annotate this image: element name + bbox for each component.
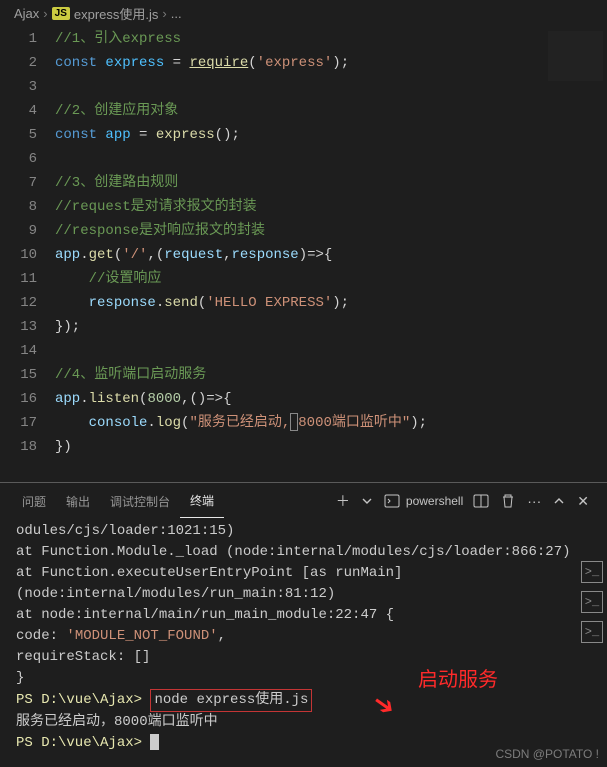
- terminal[interactable]: >_ >_ >_ odules/cjs/loader:1021:15) at F…: [0, 519, 607, 767]
- terminal-line: at node:internal/main/run_main_module:22…: [16, 605, 595, 626]
- code-content[interactable]: //1、引入express const express = require('e…: [55, 27, 607, 482]
- terminal-cursor-icon: [150, 734, 159, 750]
- bottom-panel: 问题 输出 调试控制台 终端 ＋ powershell ··· ✕ >_ >_ …: [0, 482, 607, 767]
- terminal-prompt-line: PS D:\vue\Ajax> node express使用.js: [16, 689, 595, 712]
- terminal-line: at Function.executeUserEntryPoint [as ru…: [16, 563, 595, 605]
- terminal-line: at Function.Module._load (node:internal/…: [16, 542, 595, 563]
- shell-label[interactable]: powershell: [406, 494, 463, 508]
- watermark: CSDN @POTATO !: [495, 747, 599, 761]
- terminal-line: requireStack: []: [16, 647, 595, 668]
- maximize-panel-icon[interactable]: [547, 491, 571, 511]
- code-comment: //1、引入express: [55, 31, 181, 47]
- breadcrumb-file[interactable]: express使用.js: [74, 4, 159, 23]
- chevron-right-icon: ›: [43, 6, 47, 21]
- code-comment: //response是对响应报文的封装: [55, 223, 265, 239]
- code-comment: //设置响应: [89, 271, 162, 287]
- more-icon[interactable]: ···: [521, 489, 547, 513]
- tab-debug[interactable]: 调试控制台: [100, 485, 180, 518]
- panel-tabs: 问题 输出 调试控制台 终端 ＋ powershell ··· ✕: [0, 483, 607, 519]
- close-panel-icon[interactable]: ✕: [571, 489, 595, 514]
- code-editor[interactable]: 123 456 789 101112 131415 161718 //1、引入e…: [0, 27, 607, 482]
- highlighted-command: node express使用.js: [150, 689, 312, 712]
- breadcrumb-ellipsis[interactable]: ...: [171, 6, 182, 21]
- terminal-instance-icon[interactable]: >_: [581, 591, 603, 613]
- chevron-right-icon: ›: [162, 6, 166, 21]
- terminal-line: odules/cjs/loader:1021:15): [16, 521, 595, 542]
- minimap[interactable]: [548, 31, 603, 81]
- shell-icon[interactable]: [378, 490, 406, 512]
- terminal-instance-icon[interactable]: >_: [581, 621, 603, 643]
- annotation-label: 启动服务: [418, 665, 498, 695]
- tab-terminal[interactable]: 终端: [180, 484, 224, 518]
- breadcrumb: Ajax › JS express使用.js › ...: [0, 0, 607, 27]
- tab-output[interactable]: 输出: [56, 485, 100, 518]
- line-number-gutter: 123 456 789 101112 131415 161718: [0, 27, 55, 482]
- split-terminal-icon[interactable]: [467, 490, 495, 512]
- tab-problems[interactable]: 问题: [12, 485, 56, 518]
- breadcrumb-folder[interactable]: Ajax: [14, 6, 39, 21]
- terminal-instance-icon[interactable]: >_: [581, 561, 603, 583]
- chevron-down-icon[interactable]: [356, 492, 378, 510]
- terminal-side-icons: >_ >_ >_: [581, 561, 603, 643]
- trash-icon[interactable]: [495, 489, 521, 513]
- terminal-line: code: 'MODULE_NOT_FOUND',: [16, 626, 595, 647]
- terminal-output: 服务已经启动，8000端口监听中: [16, 712, 595, 733]
- code-comment: //2、创建应用对象: [55, 103, 178, 119]
- code-comment: //3、创建路由规则: [55, 175, 178, 191]
- js-file-icon: JS: [52, 7, 70, 20]
- code-comment: //request是对请求报文的封装: [55, 199, 257, 215]
- code-comment: //4、监听端口启动服务: [55, 367, 206, 383]
- new-terminal-icon[interactable]: ＋: [330, 487, 356, 515]
- terminal-line: }: [16, 668, 595, 689]
